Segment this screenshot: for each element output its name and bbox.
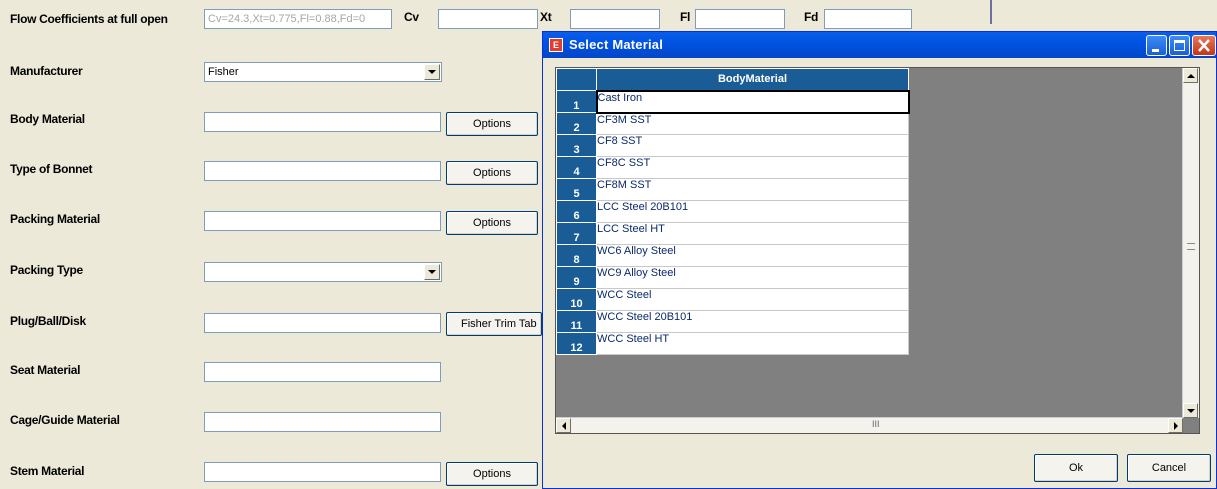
flow-coefficients-field[interactable]: Cv=24.3,Xt=0.775,Fl=0.88,Fd=0 — [204, 9, 392, 29]
close-icon[interactable] — [1192, 35, 1216, 56]
packing-type-label: Packing Type — [10, 263, 83, 277]
minimize-icon[interactable] — [1146, 35, 1167, 56]
type-of-bonnet-label: Type of Bonnet — [10, 162, 93, 176]
scroll-down-icon[interactable] — [1183, 403, 1198, 418]
fl-field[interactable] — [695, 9, 785, 29]
table-row[interactable]: 3 CF8 SST — [556, 134, 909, 157]
type-of-bonnet-field[interactable] — [204, 161, 441, 181]
table-row[interactable]: 5 CF8M SST — [556, 178, 909, 201]
material-cell[interactable]: CF8 SST — [596, 134, 909, 157]
plug-ball-disk-field[interactable] — [204, 313, 441, 333]
type-of-bonnet-options-button[interactable]: Options — [446, 161, 538, 185]
ok-button[interactable]: Ok — [1034, 454, 1118, 482]
horizontal-scrollbar[interactable]: III — [556, 417, 1183, 433]
scroll-grip-label[interactable]: III — [872, 419, 880, 429]
fd-field[interactable] — [824, 9, 912, 29]
cancel-button[interactable]: Cancel — [1127, 454, 1211, 482]
fl-label: Fl — [680, 10, 691, 24]
panel-divider — [990, 0, 992, 24]
row-number[interactable]: 8 — [556, 244, 597, 267]
manufacturer-label: Manufacturer — [10, 64, 83, 78]
scroll-right-icon[interactable] — [1168, 418, 1183, 433]
table-row[interactable]: 9 WC9 Alloy Steel — [556, 266, 909, 289]
table-row[interactable]: 7 LCC Steel HT — [556, 222, 909, 245]
row-number[interactable]: 7 — [556, 222, 597, 245]
manufacturer-select[interactable]: Fisher — [204, 62, 442, 82]
scroll-up-icon[interactable] — [1183, 68, 1198, 83]
app-icon: E — [549, 38, 563, 52]
table-row[interactable]: 10 WCC Steel — [556, 288, 909, 311]
grid-corner — [556, 68, 597, 91]
stem-material-options-button[interactable]: Options — [446, 462, 538, 486]
xt-field[interactable] — [570, 9, 660, 29]
table-row[interactable]: 12 WCC Steel HT — [556, 332, 909, 355]
dialog-titlebar[interactable]: E Select Material — [543, 32, 1216, 58]
seat-material-label: Seat Material — [10, 363, 81, 377]
material-cell[interactable]: LCC Steel HT — [596, 222, 909, 245]
plug-ball-disk-label: Plug/Ball/Disk — [10, 314, 86, 328]
row-number[interactable]: 1 — [556, 90, 597, 113]
row-number[interactable]: 3 — [556, 134, 597, 157]
dialog-title: Select Material — [569, 37, 664, 52]
packing-material-field[interactable] — [204, 211, 441, 231]
cv-field[interactable] — [438, 9, 538, 29]
body-material-field[interactable] — [204, 112, 441, 132]
chevron-down-icon[interactable] — [424, 264, 440, 280]
chevron-down-icon[interactable] — [424, 64, 440, 80]
cv-label: Cv — [404, 10, 419, 24]
material-grid: BodyMaterial 1 Cast Iron 2 CF3M SST 3 CF8 S… — [555, 67, 1200, 434]
packing-material-options-button[interactable]: Options — [446, 211, 538, 235]
xt-label: Xt — [540, 10, 552, 24]
fisher-trim-table-button[interactable]: Fisher Trim Tab — [446, 312, 542, 336]
scroll-grip-icon[interactable] — [1187, 243, 1195, 250]
maximize-icon[interactable] — [1169, 35, 1190, 56]
table-row[interactable]: 4 CF8C SST — [556, 156, 909, 179]
table-row[interactable]: 8 WC6 Alloy Steel — [556, 244, 909, 267]
table-row[interactable]: 11 WCC Steel 20B101 — [556, 310, 909, 333]
row-number[interactable]: 2 — [556, 112, 597, 135]
material-cell[interactable]: CF3M SST — [596, 112, 909, 135]
column-header-bodymaterial[interactable]: BodyMaterial — [596, 68, 909, 91]
material-cell[interactable]: WC9 Alloy Steel — [596, 266, 909, 289]
row-number[interactable]: 5 — [556, 178, 597, 201]
row-number[interactable]: 9 — [556, 266, 597, 289]
packing-material-label: Packing Material — [10, 212, 100, 226]
material-cell[interactable]: WCC Steel 20B101 — [596, 310, 909, 333]
vertical-scrollbar[interactable] — [1182, 68, 1199, 418]
packing-type-select[interactable] — [204, 262, 442, 282]
row-number[interactable]: 11 — [556, 310, 597, 333]
row-number[interactable]: 10 — [556, 288, 597, 311]
table-row[interactable]: 2 CF3M SST — [556, 112, 909, 135]
seat-material-field[interactable] — [204, 362, 441, 382]
scroll-left-icon[interactable] — [556, 418, 571, 433]
select-material-dialog: E Select Material BodyMaterial 1 Cast Iro… — [542, 31, 1217, 489]
body-material-options-button[interactable]: Options — [446, 112, 538, 136]
material-cell[interactable]: WCC Steel — [596, 288, 909, 311]
fd-label: Fd — [804, 10, 819, 24]
row-number[interactable]: 4 — [556, 156, 597, 179]
stem-material-field[interactable] — [204, 462, 441, 482]
table-row[interactable]: 1 Cast Iron — [556, 89, 910, 114]
material-cell[interactable]: Cast Iron — [595, 89, 910, 114]
body-material-label: Body Material — [10, 112, 85, 126]
cage-guide-material-field[interactable] — [204, 412, 441, 432]
row-number[interactable]: 6 — [556, 200, 597, 223]
manufacturer-value: Fisher — [208, 66, 239, 78]
cage-guide-material-label: Cage/Guide Material — [10, 413, 120, 427]
material-cell[interactable]: LCC Steel 20B101 — [596, 200, 909, 223]
table-row[interactable]: 6 LCC Steel 20B101 — [556, 200, 909, 223]
material-cell[interactable]: CF8M SST — [596, 178, 909, 201]
material-cell[interactable]: CF8C SST — [596, 156, 909, 179]
material-table: BodyMaterial 1 Cast Iron 2 CF3M SST 3 CF8 S… — [556, 68, 910, 355]
stem-material-label: Stem Material — [10, 464, 85, 478]
flow-coefficients-label: Flow Coefficients at full open — [10, 12, 168, 26]
row-number[interactable]: 12 — [556, 332, 597, 355]
material-cell[interactable]: WCC Steel HT — [596, 332, 909, 355]
material-cell[interactable]: WC6 Alloy Steel — [596, 244, 909, 267]
